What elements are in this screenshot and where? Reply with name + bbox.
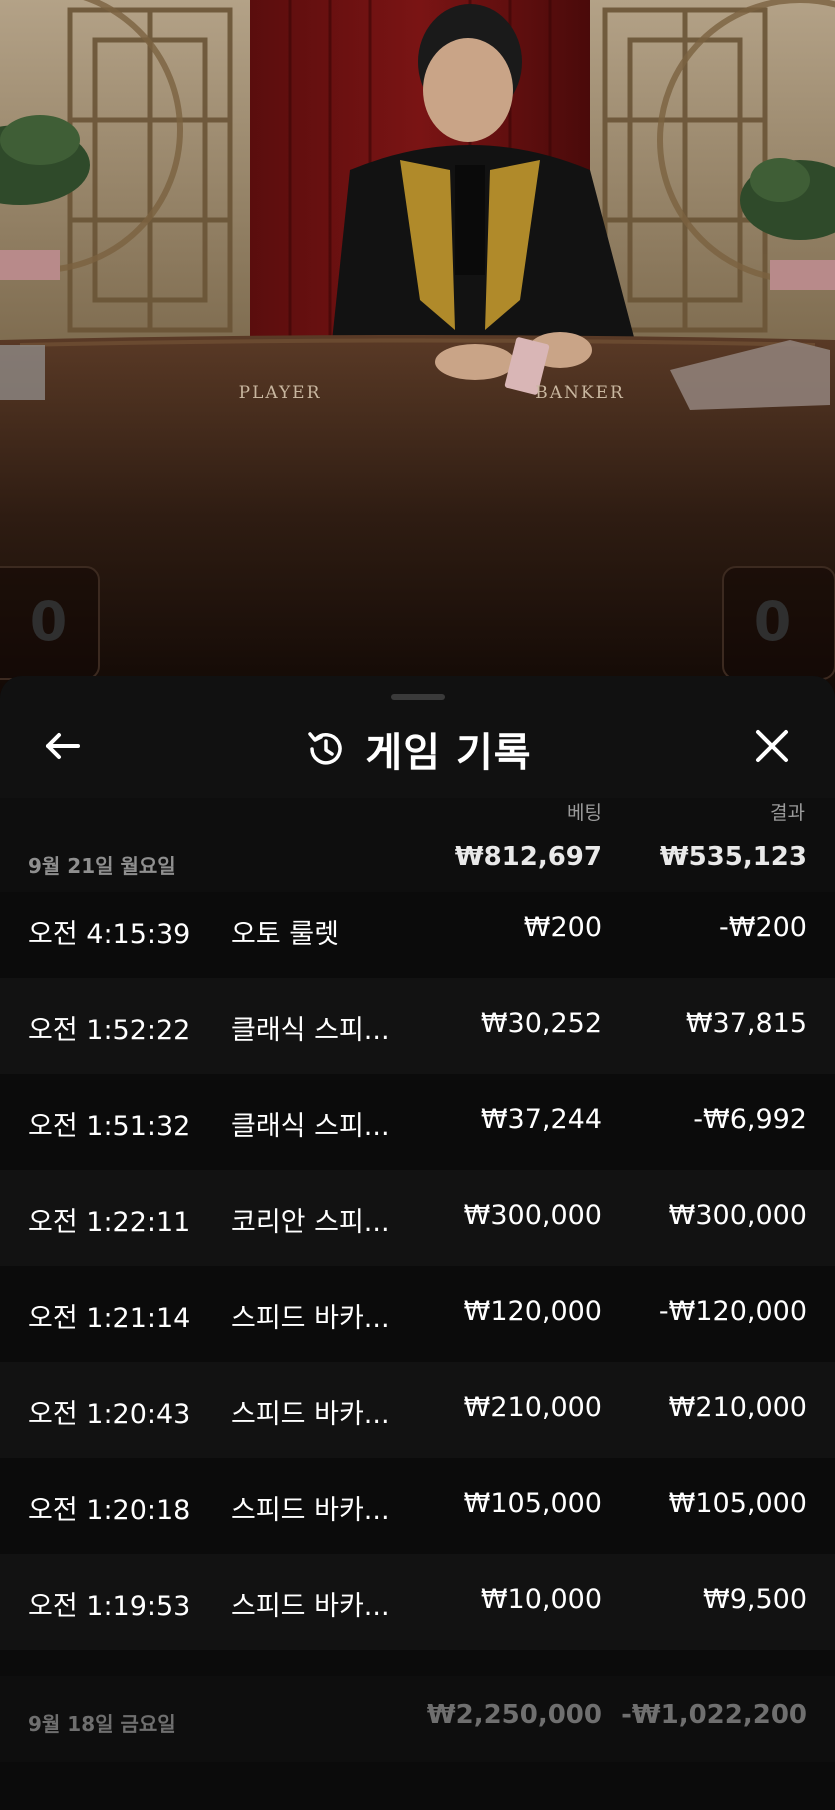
table-row[interactable]: 오전 1:20:18 스피드 바카... ₩105,000 ₩105,000 — [0, 1458, 835, 1554]
row-bet: ₩210,000 — [463, 1392, 602, 1423]
row-result: ₩37,815 — [685, 1008, 807, 1039]
row-game: 스피드 바카... — [231, 1495, 390, 1526]
date-total-bet: ₩812,697 — [454, 842, 602, 872]
row-time: 오전 1:20:18 — [28, 1495, 191, 1526]
row-time: 오전 1:51:32 — [28, 1111, 191, 1142]
row-bet: ₩37,244 — [480, 1104, 602, 1135]
date-group-header: 9월 18일 금요일 ₩2,250,000 -₩1,022,200 — [0, 1676, 835, 1762]
table-label-banker: BANKER — [535, 383, 625, 403]
date-total-bet: ₩2,250,000 — [426, 1700, 602, 1730]
row-result: ₩9,500 — [703, 1584, 807, 1615]
row-bet: ₩300,000 — [463, 1200, 602, 1231]
row-result: ₩105,000 — [668, 1488, 807, 1519]
drag-handle[interactable] — [391, 694, 445, 700]
row-time: 오전 1:19:53 — [28, 1591, 191, 1622]
dealer-scene: PLAYER BANKER — [0, 0, 835, 700]
table-row[interactable]: 오전 1:51:32 클래식 스피... ₩37,244 -₩6,992 — [0, 1074, 835, 1170]
row-time: 오전 1:21:14 — [28, 1303, 191, 1334]
row-time: 오전 1:22:11 — [28, 1207, 191, 1238]
row-bet: ₩120,000 — [463, 1296, 602, 1327]
banker-score: 0 — [753, 590, 793, 653]
row-time: 오전 1:20:43 — [28, 1399, 191, 1430]
row-bet: ₩10,000 — [480, 1584, 602, 1615]
row-time: 오전 1:52:22 — [28, 1015, 191, 1046]
row-result: -₩200 — [719, 912, 807, 943]
close-x-icon — [756, 730, 788, 762]
player-score-box: 0 — [0, 566, 100, 680]
history-clock-icon — [308, 732, 343, 765]
row-bet: ₩200 — [523, 912, 602, 943]
sheet-title-group: 게임 기록 — [0, 720, 835, 778]
row-result: -₩120,000 — [658, 1296, 807, 1327]
game-history-sheet: 게임 기록 베팅 결과 9월 21일 월요일 ₩812,697 ₩535,123… — [0, 676, 835, 1810]
date-total-result: ₩535,123 — [659, 842, 807, 872]
row-game: 클래식 스피... — [231, 1015, 390, 1046]
row-game: 스피드 바카... — [231, 1591, 390, 1622]
column-header-bet: 베팅 — [567, 802, 602, 824]
live-video-feed: PLAYER BANKER 0 0 — [0, 0, 835, 700]
sheet-header: 게임 기록 — [0, 676, 835, 798]
banker-score-box: 0 — [722, 566, 835, 680]
row-game: 클래식 스피... — [231, 1111, 390, 1142]
row-time: 오전 4:15:39 — [28, 919, 191, 950]
date-label: 9월 21일 월요일 — [28, 854, 176, 878]
date-label: 9월 18일 금요일 — [28, 1712, 176, 1736]
column-header-result: 결과 — [770, 802, 805, 824]
row-result: ₩300,000 — [668, 1200, 807, 1231]
table-row[interactable]: 오전 1:52:22 클래식 스피... ₩30,252 ₩37,815 — [0, 978, 835, 1074]
row-game: 스피드 바카... — [231, 1399, 390, 1430]
row-game: 스피드 바카... — [231, 1303, 390, 1334]
row-result: -₩6,992 — [693, 1104, 807, 1135]
table-label-player: PLAYER — [239, 383, 322, 403]
sheet-title: 게임 기록 — [365, 730, 532, 776]
row-result: ₩210,000 — [668, 1392, 807, 1423]
table-row[interactable]: 오전 1:19:53 스피드 바카... ₩10,000 ₩9,500 — [0, 1554, 835, 1650]
date-total-result: -₩1,022,200 — [621, 1700, 807, 1730]
row-game: 오토 룰렛 — [231, 919, 339, 950]
table-row[interactable]: 오전 1:20:43 스피드 바카... ₩210,000 ₩210,000 — [0, 1362, 835, 1458]
row-bet: ₩30,252 — [480, 1008, 602, 1039]
row-bet: ₩105,000 — [463, 1488, 602, 1519]
row-game: 코리안 스피... — [231, 1207, 390, 1238]
table-row[interactable]: 오전 4:15:39 오토 룰렛 ₩200 -₩200 — [0, 882, 835, 978]
player-score: 0 — [29, 590, 69, 653]
table-row[interactable]: 오전 1:21:14 스피드 바카... ₩120,000 -₩120,000 — [0, 1266, 835, 1362]
table-row[interactable]: 오전 1:22:11 코리안 스피... ₩300,000 ₩300,000 — [0, 1170, 835, 1266]
scroll-fade — [0, 1762, 835, 1810]
close-button[interactable] — [748, 722, 796, 770]
